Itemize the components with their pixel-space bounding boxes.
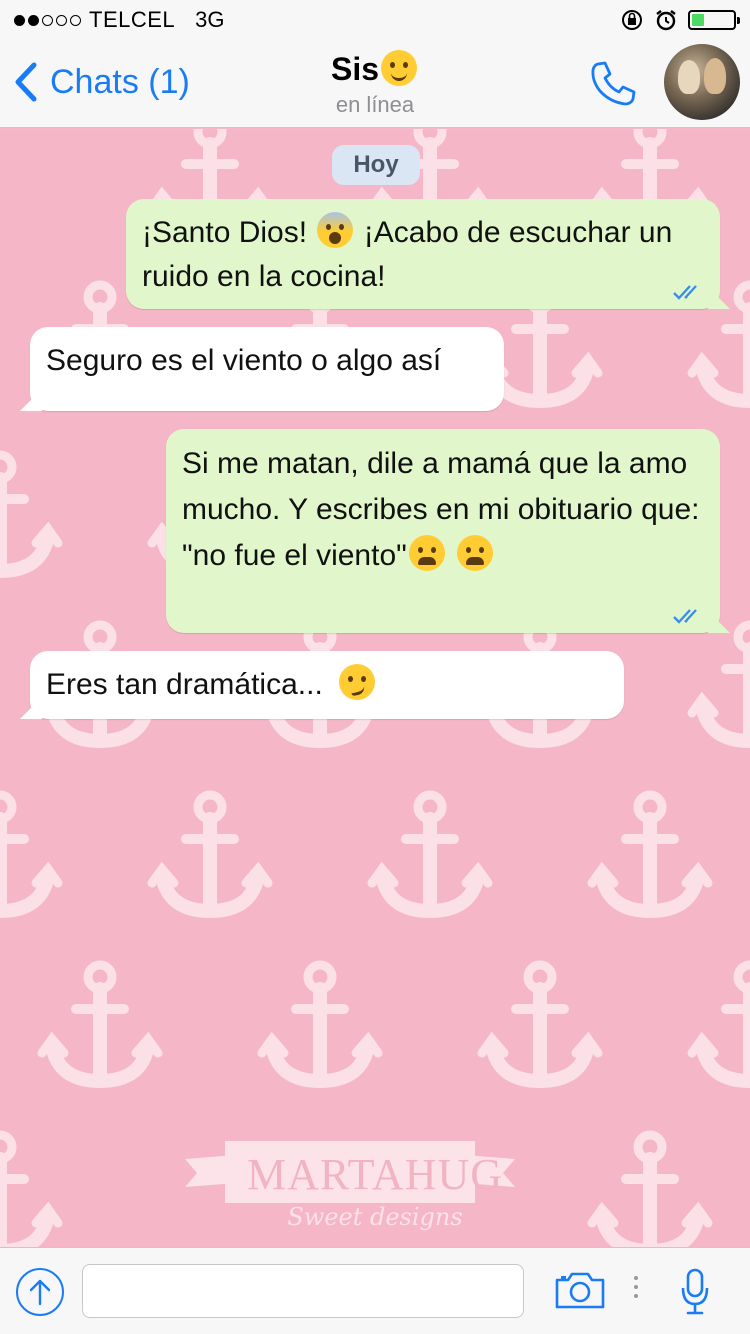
phone-call-icon[interactable] <box>588 58 638 108</box>
date-separator: Hoy <box>332 145 420 185</box>
smiling-face-emoji-icon <box>381 50 418 86</box>
loudly-crying-face-emoji-icon <box>408 535 445 571</box>
incoming-message[interactable]: Seguro es el viento o algo así <box>30 327 504 411</box>
read-receipt-icon <box>673 609 697 624</box>
camera-icon[interactable] <box>554 1270 606 1310</box>
face-screaming-emoji-icon <box>317 212 354 248</box>
share-button[interactable] <box>16 1268 64 1316</box>
message-text: Eres tan dramática... <box>46 668 323 701</box>
arrow-up-icon <box>29 1279 51 1306</box>
signal-strength-icon <box>14 14 81 26</box>
message-text: Seguro es el viento o algo así <box>46 344 442 377</box>
read-receipt-icon <box>673 285 697 300</box>
battery-icon <box>688 10 740 30</box>
contact-avatar[interactable] <box>664 44 740 120</box>
watermark-title: MARTAHUG <box>246 1150 504 1199</box>
status-bar: TELCEL 3G <box>0 0 750 40</box>
chat-area[interactable]: MARTAHUG Sweet designs Hoy ¡Santo Dios! … <box>0 129 750 1247</box>
incoming-message[interactable]: Eres tan dramática... <box>30 651 624 719</box>
microphone-icon[interactable] <box>680 1268 710 1316</box>
more-options-icon[interactable] <box>634 1276 640 1298</box>
carrier-name: TELCEL <box>89 7 176 32</box>
rotation-lock-icon <box>622 10 642 30</box>
message-text: ¡Santo Dios! <box>142 216 308 249</box>
message-input[interactable] <box>82 1264 524 1318</box>
smirking-face-emoji-icon <box>339 664 376 700</box>
outgoing-message[interactable]: ¡Santo Dios! ¡Acabo de escuchar un ruido… <box>126 199 720 309</box>
message-composer <box>0 1247 750 1334</box>
outgoing-message[interactable]: Si me matan, dile a mamá que la amo much… <box>166 429 720 633</box>
loudly-crying-face-emoji-icon <box>457 535 494 571</box>
alarm-icon <box>656 10 676 31</box>
watermark-subtitle: Sweet designs <box>287 1203 463 1231</box>
chat-header: Chats (1) Sis en línea <box>0 40 750 128</box>
network-type: 3G <box>195 7 225 32</box>
